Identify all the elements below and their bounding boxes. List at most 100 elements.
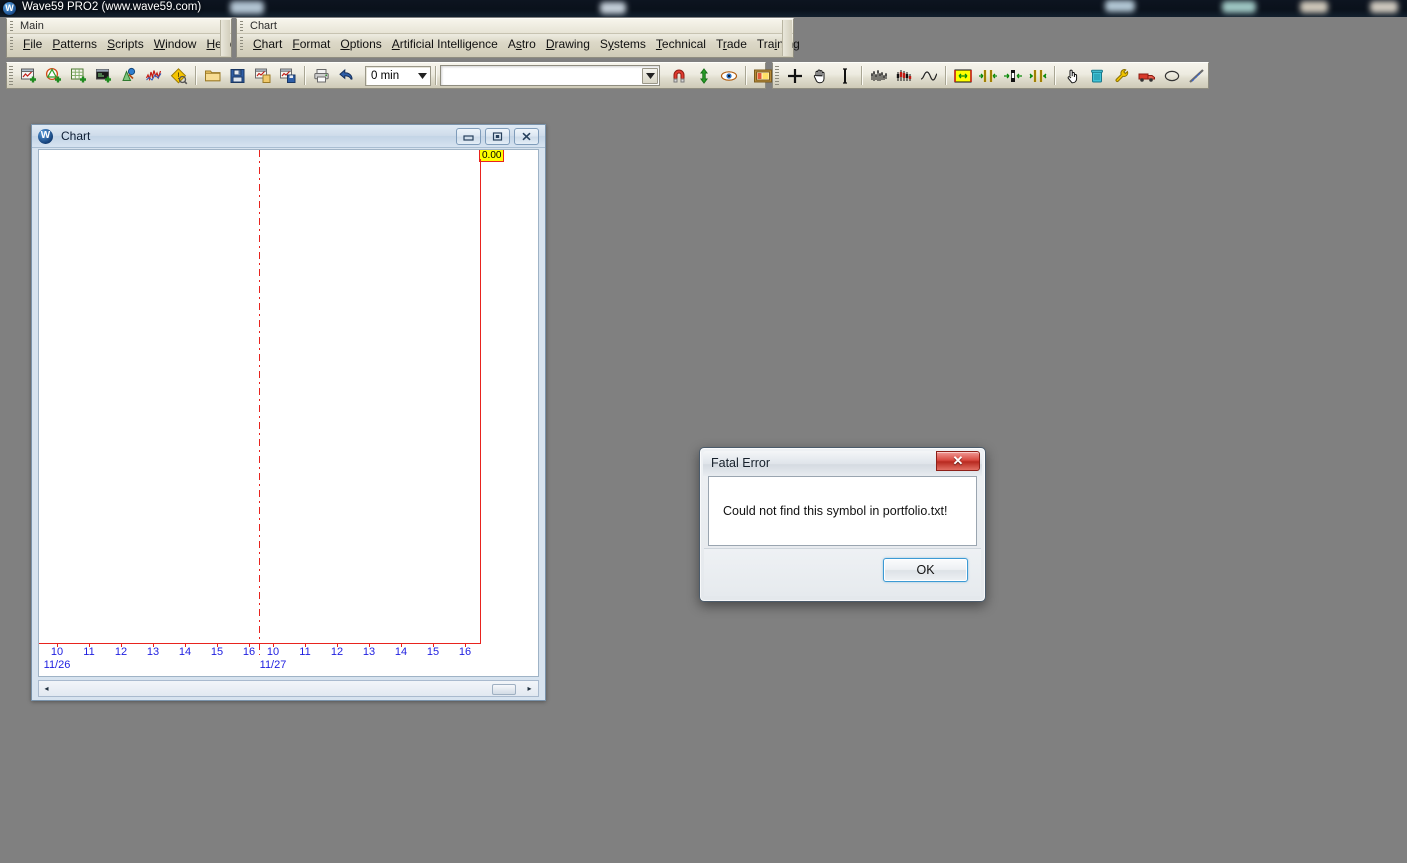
- compress-right-icon[interactable]: [975, 64, 1000, 87]
- interval-value: 0 min: [371, 69, 400, 82]
- menu-item-options[interactable]: Options: [335, 35, 386, 53]
- line-chart-icon[interactable]: [916, 64, 941, 87]
- chart-window[interactable]: W Chart 0.00 10 11 12 13 14 15 16 10 11 …: [31, 124, 546, 701]
- menu-item-patterns[interactable]: Patterns: [47, 35, 102, 53]
- crosshair-icon[interactable]: [782, 64, 807, 87]
- undo-icon[interactable]: [334, 64, 359, 87]
- menu-item-artificial-intelligence[interactable]: Artificial Intelligence: [387, 35, 503, 53]
- menu-item-technical[interactable]: Technical: [651, 35, 711, 53]
- crosshair-vertical-line: [259, 150, 260, 655]
- wave-logo-icon: W: [38, 128, 53, 144]
- os-titlebar: W Wave59 PRO2 (www.wave59.com): [0, 0, 1407, 17]
- dialog-close-button[interactable]: ✕: [936, 451, 980, 471]
- close-button[interactable]: [514, 128, 539, 145]
- menu-item-format[interactable]: Format: [287, 35, 335, 53]
- symbol-chevron-down-icon[interactable]: [642, 67, 658, 84]
- chart-canvas[interactable]: 0.00 10 11 12 13 14 15 16 10 11 12 13 14…: [39, 150, 538, 676]
- chart-window-titlebar[interactable]: W Chart: [32, 125, 545, 148]
- menu-item-window[interactable]: Window: [149, 35, 202, 53]
- eye-icon[interactable]: [716, 64, 741, 87]
- minimize-button[interactable]: [456, 128, 481, 145]
- chart-window-controls: [456, 128, 539, 145]
- autoscale-icon[interactable]: [691, 64, 716, 87]
- chart-plot-container[interactable]: 0.00 10 11 12 13 14 15 16 10 11 12 13 14…: [38, 149, 539, 677]
- scroll-right-arrow-icon[interactable]: ▸: [522, 681, 537, 696]
- compress-left-icon[interactable]: [1025, 64, 1050, 87]
- chart-right-axis: [480, 159, 481, 644]
- chart-menu-grip[interactable]: [240, 21, 243, 32]
- print-icon[interactable]: [309, 64, 334, 87]
- menu-item-file[interactable]: File: [18, 35, 47, 53]
- dialog-titlebar[interactable]: Fatal Error ✕: [703, 451, 982, 476]
- truck-icon[interactable]: [1134, 64, 1159, 87]
- chart-x-axis: [39, 643, 481, 644]
- x-tick-label: 16: [242, 646, 256, 658]
- chart-menu-scrollbar[interactable]: [782, 20, 792, 56]
- bar-chart-icon[interactable]: [866, 64, 891, 87]
- menu-item-help[interactable]: Help: [201, 35, 236, 53]
- x-tick-label: 14: [394, 646, 408, 658]
- ok-button[interactable]: OK: [883, 558, 968, 582]
- chart-horizontal-scrollbar[interactable]: ◂ ▸: [38, 680, 539, 697]
- main-menu-panel: Main File Patterns Scripts Window Help: [6, 18, 232, 58]
- menu-item-scripts[interactable]: Scripts: [102, 35, 149, 53]
- expand-bars-icon[interactable]: [950, 64, 975, 87]
- symbol-combobox[interactable]: [440, 65, 660, 86]
- menu-item-chart[interactable]: Chart: [248, 35, 287, 53]
- tools-toolbar: [772, 62, 1209, 89]
- trendline-icon[interactable]: [1184, 64, 1209, 87]
- vertical-cursor-icon[interactable]: [832, 64, 857, 87]
- save-layout-icon[interactable]: [275, 64, 300, 87]
- main-menu-scrollbar[interactable]: [220, 20, 230, 56]
- chart-menu-grip-lower[interactable]: [240, 37, 243, 52]
- chart-menu-items: Chart Format Options Artificial Intellig…: [237, 34, 800, 54]
- dialog-message: Could not find this symbol in portfolio.…: [723, 504, 948, 518]
- tools-separator-1: [861, 66, 862, 85]
- new-astro-chart-icon[interactable]: [41, 64, 66, 87]
- wave-logo-icon: W: [3, 2, 16, 15]
- fatal-error-dialog[interactable]: Fatal Error ✕ Could not find this symbol…: [699, 447, 986, 602]
- x-tick-label: 15: [210, 646, 224, 658]
- tools-toolbar-grip[interactable]: [775, 66, 779, 85]
- hand-pan-icon[interactable]: [807, 64, 832, 87]
- scroll-left-arrow-icon[interactable]: ◂: [39, 681, 54, 696]
- open-folder-icon[interactable]: [200, 64, 225, 87]
- candlestick-chart-icon[interactable]: [891, 64, 916, 87]
- trash-icon[interactable]: [1084, 64, 1109, 87]
- center-bars-icon[interactable]: [1000, 64, 1025, 87]
- new-alert-icon[interactable]: !: [166, 64, 191, 87]
- menu-item-drawing[interactable]: Drawing: [541, 35, 595, 53]
- menu-grip[interactable]: [10, 21, 13, 32]
- pointer-hand-icon[interactable]: [1059, 64, 1084, 87]
- desktop-background: W Wave59 PRO2 (www.wave59.com) Main File…: [0, 0, 1407, 863]
- ellipse-icon[interactable]: [1159, 64, 1184, 87]
- new-quote-window-icon[interactable]: [91, 64, 116, 87]
- chart-menu-caption: Chart: [237, 19, 793, 34]
- symbol-input[interactable]: [446, 68, 636, 83]
- chart-menu-panel: Chart Chart Format Options Artificial In…: [236, 18, 800, 58]
- new-chart-icon[interactable]: [16, 64, 41, 87]
- wrench-icon[interactable]: [1109, 64, 1134, 87]
- new-analysis-icon[interactable]: [116, 64, 141, 87]
- scrollbar-thumb[interactable]: [492, 684, 516, 695]
- menu-item-training[interactable]: Training: [752, 35, 805, 53]
- x-tick-label: 13: [146, 646, 160, 658]
- menu-grip-lower[interactable]: [10, 37, 13, 52]
- open-layout-icon[interactable]: [250, 64, 275, 87]
- new-indicator-icon[interactable]: [141, 64, 166, 87]
- new-grid-icon[interactable]: [66, 64, 91, 87]
- chevron-down-icon[interactable]: [414, 67, 430, 85]
- magnet-icon[interactable]: [666, 64, 691, 87]
- toolbar-separator-3: [435, 66, 436, 85]
- x-tick-label: 11: [83, 646, 95, 658]
- menu-item-systems[interactable]: Systems: [595, 35, 651, 53]
- menu-item-astro[interactable]: Astro: [503, 35, 541, 53]
- interval-combobox[interactable]: 0 min: [365, 65, 431, 86]
- restore-button[interactable]: [485, 128, 510, 145]
- toolbar-separator-2: [304, 66, 305, 85]
- toolbar-grip[interactable]: [9, 66, 13, 85]
- save-icon[interactable]: [225, 64, 250, 87]
- menu-item-trade[interactable]: Trade: [711, 35, 752, 53]
- os-title: Wave59 PRO2 (www.wave59.com): [22, 1, 202, 13]
- dialog-title: Fatal Error: [711, 456, 771, 470]
